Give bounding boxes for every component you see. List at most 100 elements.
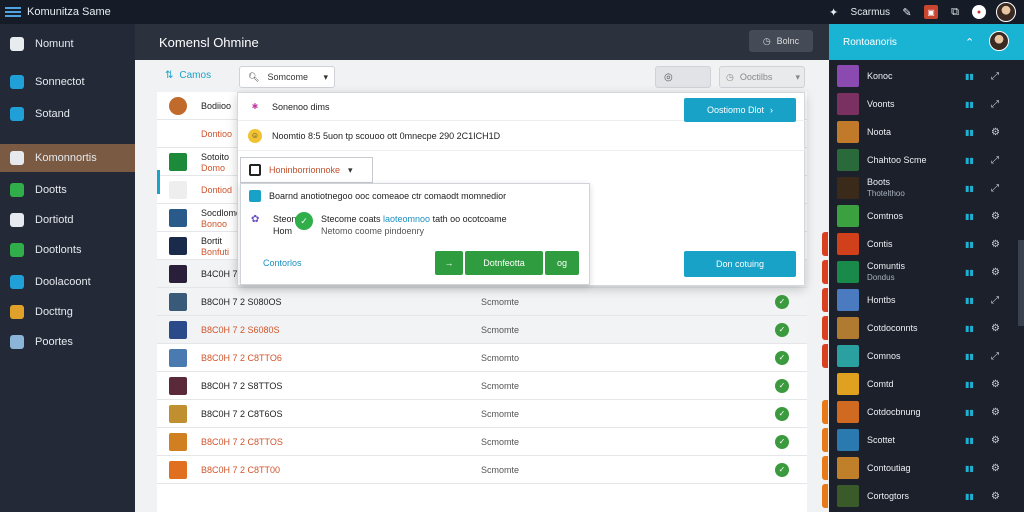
stop-icon[interactable]: ● <box>972 5 986 19</box>
table-row[interactable]: B8C0H 7 2 C8TT00 Scmomte ✓ <box>157 456 807 484</box>
check-icon[interactable]: ✓ <box>775 462 789 477</box>
inner-desc: Stecome coats laoteomnoo tath oo ocotcoa… <box>321 214 507 224</box>
check-icon[interactable]: ✓ <box>775 322 789 337</box>
table-row[interactable]: B8C0H 7 2 C8TTO6 Scmomto ✓ <box>157 344 807 372</box>
options-dropdown[interactable]: ◷ Ooctilbs ▾ <box>719 66 805 88</box>
item-thumbnail <box>837 485 859 507</box>
item-action-icon[interactable]: ⚙ <box>991 435 1000 446</box>
sidebar-item-docttng[interactable]: Docttng <box>0 298 135 326</box>
item-action-icon[interactable]: ⚙ <box>991 239 1000 250</box>
right-panel-item[interactable]: Contis ▮▮ ⚙ <box>829 230 1024 258</box>
sidebar-item-label: Sotand <box>35 108 70 120</box>
avatar[interactable] <box>996 2 1016 22</box>
sidebar-item-dortiotd[interactable]: Dortiotd <box>0 206 135 234</box>
table-row[interactable]: B8C0H 7 2 S6080S Scmomte ✓ <box>157 316 807 344</box>
item-action-icon[interactable]: ⚙ <box>991 323 1000 334</box>
sidebar-item-dootlonts[interactable]: Dootlonts <box>0 236 135 264</box>
item-accent <box>822 456 828 480</box>
right-panel-item[interactable]: Konoc ▮▮ ⤢ <box>829 62 1024 90</box>
row-name: Bodiioo <box>201 100 232 111</box>
right-panel-item[interactable]: Comuntis Dondus ▮▮ ⚙ <box>829 258 1024 286</box>
popup-continue-button[interactable]: Don cotuing <box>684 251 796 277</box>
check-icon[interactable]: ✓ <box>775 434 789 449</box>
item-thumbnail <box>837 345 859 367</box>
check-icon[interactable]: ✓ <box>775 378 789 393</box>
people-icon <box>10 151 24 165</box>
signal-icon: ▮▮ <box>965 435 974 445</box>
item-action-icon[interactable]: ⤢ <box>991 99 999 110</box>
table-row[interactable]: B8C0H 7 2 C8TTOS Scmomte ✓ <box>157 428 807 456</box>
popup-dropdown[interactable]: Honinborrionnoke ▾ <box>240 157 373 183</box>
row-thumbnail <box>169 293 187 311</box>
sidebar-item-doolacoont[interactable]: Doolacoont <box>0 268 135 296</box>
header-button[interactable]: ◷ Bolnc <box>749 30 813 52</box>
bird-icon[interactable]: ✦ <box>827 5 841 19</box>
row-thumbnail <box>169 321 187 339</box>
item-name: Comuntis <box>867 261 906 271</box>
item-action-icon[interactable]: ⤢ <box>991 155 999 166</box>
search-input[interactable]: 🔍︎ Somcome ▾ <box>239 66 335 88</box>
sidebar-item-dootts[interactable]: Dootts <box>0 176 135 204</box>
right-panel-item[interactable]: Hontbs ▮▮ ⤢ <box>829 286 1024 314</box>
right-panel-item[interactable]: Chahtoo Scme ▮▮ ⤢ <box>829 146 1024 174</box>
popup-primary-button[interactable]: Oostiomo Dlot › <box>684 98 796 122</box>
item-name: Comtnos <box>867 211 904 221</box>
item-action-icon[interactable]: ⤢ <box>991 351 999 362</box>
sidebar-item-sonnectot[interactable]: Sonnectot <box>0 68 135 96</box>
popup-row[interactable]: ✱ Sonenoo dims Oostiomo Dlot › <box>238 93 806 122</box>
check-icon[interactable]: ✓ <box>775 294 789 309</box>
item-thumbnail <box>837 429 859 451</box>
item-action-icon[interactable]: ⚙ <box>991 127 1000 138</box>
sort-control[interactable]: ⇅ Camos <box>165 70 211 81</box>
right-panel-item[interactable]: Cotdoconnts ▮▮ ⚙ <box>829 314 1024 342</box>
right-panel-item[interactable]: Scottet ▮▮ ⚙ <box>829 426 1024 454</box>
chevron-up-icon[interactable]: ⌃ <box>965 36 974 49</box>
sidebar-item-nomunt[interactable]: Nomunt <box>0 30 135 58</box>
media-icon[interactable]: ▣ <box>924 5 938 19</box>
item-action-icon[interactable]: ⤢ <box>991 295 999 306</box>
chat-icon <box>10 183 24 197</box>
avatar[interactable] <box>989 31 1009 51</box>
right-panel-item[interactable]: Voonts ▮▮ ⤢ <box>829 90 1024 118</box>
item-action-icon[interactable]: ⚙ <box>991 407 1000 418</box>
right-panel-item[interactable]: Comnos ▮▮ ⤢ <box>829 342 1024 370</box>
user-label[interactable]: Scarmus <box>851 7 890 18</box>
right-panel-item[interactable]: Comtd ▮▮ ⚙ <box>829 370 1024 398</box>
right-panel-item[interactable]: Cortogtors ▮▮ ⚙ <box>829 482 1024 510</box>
item-action-icon[interactable]: ⤢ <box>991 71 999 82</box>
check-icon[interactable]: ✓ <box>775 406 789 421</box>
row-name: B8C0H 7 2 S8TTOS <box>201 380 283 391</box>
main-header: Komensl Ohmine ◷ Bolnc <box>135 24 829 60</box>
notify-icon[interactable]: ✎ <box>900 5 914 19</box>
right-panel-item[interactable]: Boots Thotelthoo ▮▮ ⤢ <box>829 174 1024 202</box>
item-action-icon[interactable]: ⚙ <box>991 211 1000 222</box>
right-panel-item[interactable]: Cotdocbnung ▮▮ ⚙ <box>829 398 1024 426</box>
sidebar-item-poortes[interactable]: Poortes <box>0 328 135 356</box>
scrollbar[interactable] <box>1018 240 1024 326</box>
right-panel-item[interactable]: Noota ▮▮ ⚙ <box>829 118 1024 146</box>
popup-row[interactable]: ☺ Noomtio 8:5 5uon tp scouoo ott 0mnecpe… <box>238 121 806 151</box>
item-action-icon[interactable]: ⚙ <box>991 463 1000 474</box>
confirm-button[interactable]: Dotnfeotta <box>465 251 543 275</box>
sidebar-item-komonnortis[interactable]: Komonnortis <box>0 144 135 172</box>
table-row[interactable]: B8C0H 7 2 S080OS Scmomte ✓ <box>157 288 807 316</box>
item-action-icon[interactable]: ⤢ <box>991 183 999 194</box>
table-row[interactable]: B8C0H 7 2 S8TTOS Scmomte ✓ <box>157 372 807 400</box>
sidebar-item-sotand[interactable]: Sotand <box>0 100 135 128</box>
right-panel-item[interactable]: Comtnos ▮▮ ⚙ <box>829 202 1024 230</box>
ok-button[interactable]: og <box>545 251 579 275</box>
table-row[interactable]: B8C0H 7 2 C8T6OS Scmomte ✓ <box>157 400 807 428</box>
signal-icon: ▮▮ <box>965 323 974 333</box>
item-action-icon[interactable]: ⚙ <box>991 491 1000 502</box>
item-action-icon[interactable]: ⚙ <box>991 379 1000 390</box>
right-panel-item[interactable]: Contoutiag ▮▮ ⚙ <box>829 454 1024 482</box>
item-action-icon[interactable]: ⚙ <box>991 267 1000 278</box>
window-icon[interactable]: ⧉ <box>948 5 962 19</box>
filter-chip[interactable]: ◎ <box>655 66 711 88</box>
sidebar-item-label: Komonnortis <box>35 152 97 164</box>
inner-link[interactable]: Contorlos <box>263 258 302 268</box>
next-button[interactable]: → <box>435 251 463 275</box>
menu-icon[interactable] <box>5 7 21 17</box>
check-icon[interactable]: ✓ <box>775 350 789 365</box>
signal-icon: ▮▮ <box>965 239 974 249</box>
